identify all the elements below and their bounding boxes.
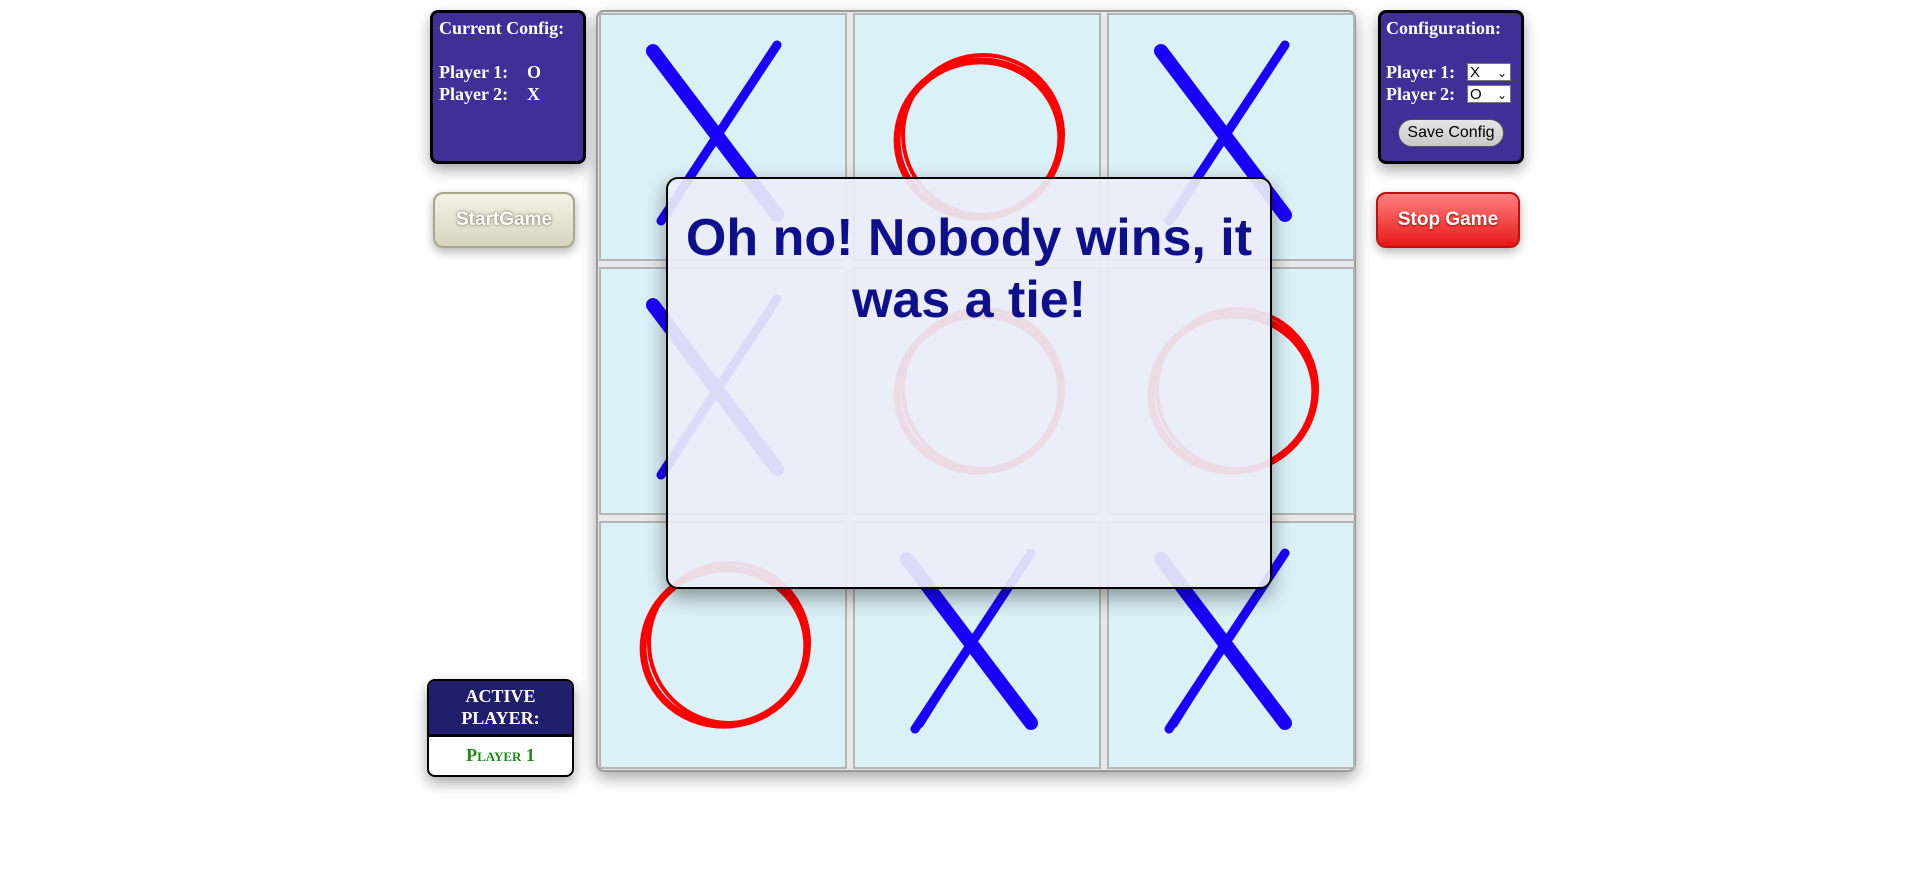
player2-select[interactable]: O ⌄ [1467, 85, 1511, 103]
current-config-player2-value: X [527, 84, 540, 104]
player1-select[interactable]: X ⌄ [1467, 63, 1511, 81]
config-player1-row: Player 1: X ⌄ [1386, 61, 1516, 83]
active-player-title: ACTIVE PLAYER: [429, 681, 572, 737]
current-config-player1-value: O [527, 62, 542, 82]
game-result-message: Oh no! Nobody wins, it was a tie! [685, 209, 1253, 329]
chevron-down-icon: ⌄ [1496, 66, 1507, 80]
configuration-panel: Configuration: Player 1: X ⌄ Player 2: O… [1378, 10, 1524, 164]
config-player1-label: Player 1: [1386, 62, 1456, 82]
active-player-box: ACTIVE PLAYER: Player 1 [427, 679, 574, 777]
save-config-button[interactable]: Save Config [1398, 119, 1504, 147]
current-config-panel: Current Config: Player 1: O Player 2: X [430, 10, 586, 164]
chevron-down-icon: ⌄ [1496, 88, 1507, 102]
current-config-player1-label: Player 1: [439, 62, 509, 82]
current-config-player2-row: Player 2: X [439, 83, 577, 105]
config-player2-label: Player 2: [1386, 84, 1456, 104]
stop-game-button[interactable]: Stop Game [1376, 192, 1520, 248]
current-config-player2-label: Player 2: [439, 84, 509, 104]
player1-select-value: X [1470, 64, 1481, 81]
game-result-modal: Oh no! Nobody wins, it was a tie! [666, 177, 1272, 589]
configuration-title: Configuration: [1386, 18, 1502, 38]
current-config-title: Current Config: [439, 18, 565, 38]
config-player2-row: Player 2: O ⌄ [1386, 83, 1516, 105]
current-config-player1-row: Player 1: O [439, 61, 577, 83]
active-player-value: Player 1 [466, 745, 535, 765]
start-game-button[interactable]: StartGame [433, 192, 575, 248]
player2-select-value: O [1470, 86, 1482, 103]
